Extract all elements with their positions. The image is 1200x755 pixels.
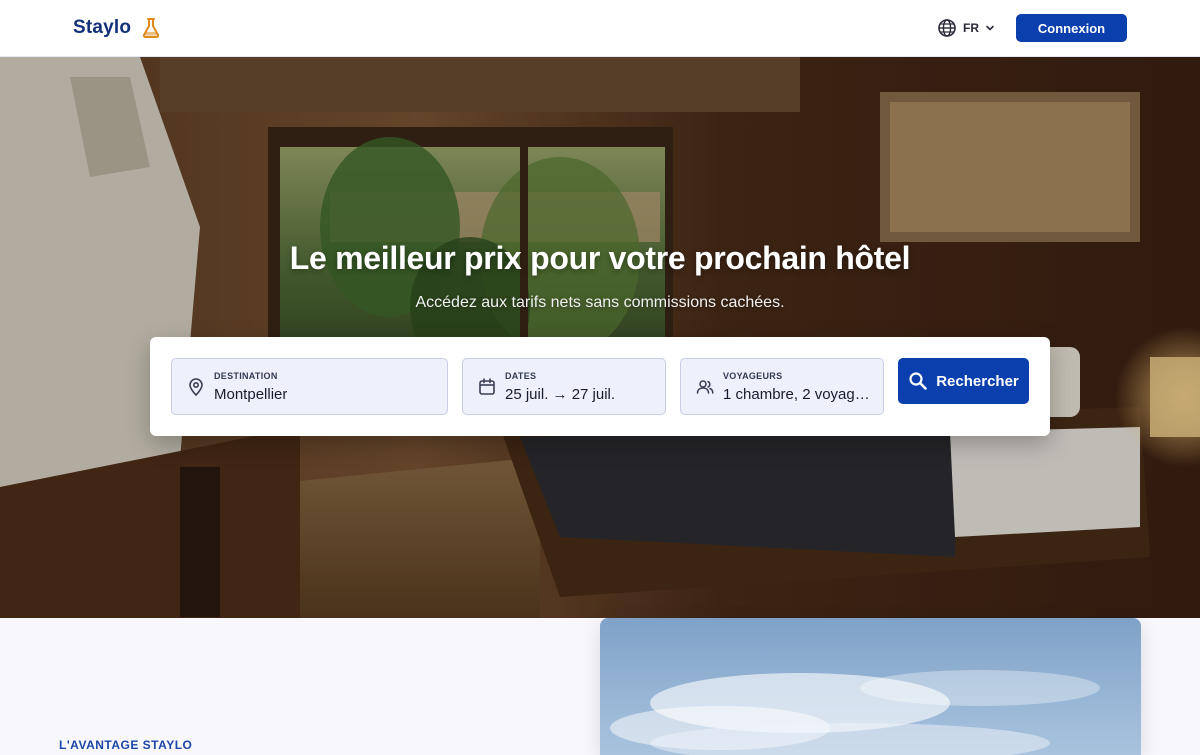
logo-text: Staylo (73, 17, 132, 38)
flask-icon (143, 18, 160, 38)
language-code: FR (963, 21, 979, 35)
login-button[interactable]: Connexion (1016, 14, 1127, 42)
hero-section: Le meilleur prix pour votre prochain hôt… (0, 57, 1200, 618)
users-icon (696, 380, 714, 394)
logo[interactable]: Staylo (73, 17, 161, 39)
search-form: DESTINATION Montpellier DATES 25 juil. →… (150, 337, 1050, 436)
advantage-section: L'AVANTAGE STAYLO (0, 618, 1200, 755)
dates-value: 25 juil. → 27 juil. (505, 386, 616, 403)
search-icon (909, 372, 928, 390)
sky-image (600, 618, 1141, 755)
calendar-icon (479, 378, 495, 395)
guests-field[interactable]: VOYAGEURS 1 chambre, 2 voyage… (680, 358, 884, 415)
search-button-label: Rechercher (936, 372, 1019, 390)
dates-label: DATES (505, 371, 537, 381)
language-selector[interactable]: FR (937, 18, 995, 38)
hero-title: Le meilleur prix pour votre prochain hôt… (289, 240, 911, 276)
destination-field[interactable]: DESTINATION Montpellier (171, 358, 448, 415)
top-nav: Staylo FR Connexion (0, 0, 1200, 57)
destination-value: Montpellier (214, 386, 288, 403)
hero-subtitle: Accédez aux tarifs nets sans commissions… (415, 294, 785, 311)
dates-field[interactable]: DATES 25 juil. → 27 juil. (462, 358, 666, 415)
chevron-down-icon (986, 25, 994, 31)
search-button[interactable]: Rechercher (898, 358, 1029, 404)
advantage-eyebrow: L'AVANTAGE STAYLO (59, 738, 193, 752)
globe-icon (938, 19, 956, 37)
guests-label: VOYAGEURS (723, 371, 783, 381)
guests-value: 1 chambre, 2 voyage… (723, 386, 877, 403)
advantage-image (600, 618, 1141, 755)
location-pin-icon (189, 378, 203, 396)
destination-label: DESTINATION (214, 371, 278, 381)
